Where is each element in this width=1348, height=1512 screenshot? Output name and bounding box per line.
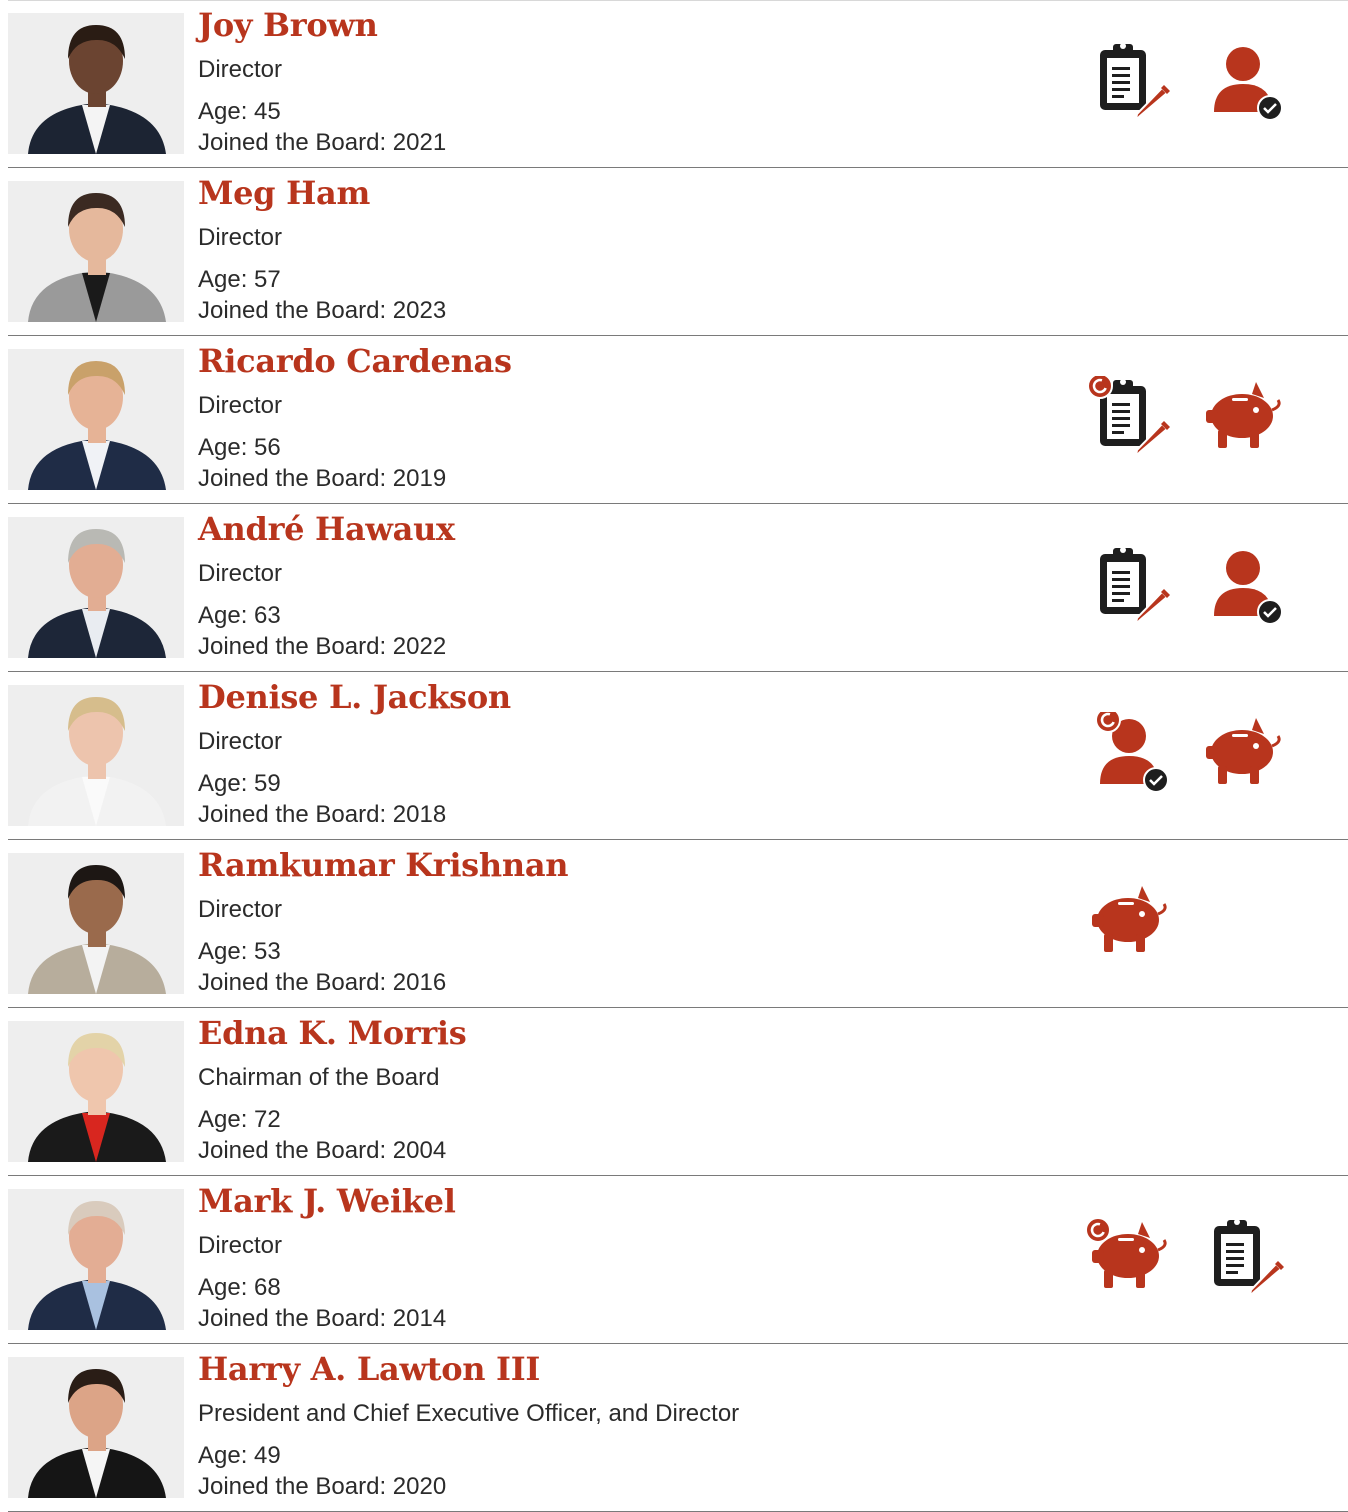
director-title: Director (198, 392, 283, 419)
committee-icon-slot (1198, 1216, 1288, 1299)
clipboard-pencil-icon (1087, 373, 1170, 459)
person-check-icon (1214, 47, 1283, 121)
director-joined: Joined the Board: 2023 (198, 297, 447, 324)
director-row: Meg Ham Director Age: 57 Joined the Boar… (8, 168, 1348, 336)
committee-icon-slot (1084, 40, 1174, 123)
committee-icon-slot (1198, 376, 1288, 458)
director-photo (8, 181, 184, 322)
director-photo (8, 1189, 184, 1330)
director-name[interactable]: Joy Brown (198, 6, 378, 44)
director-joined: Joined the Board: 2022 (198, 633, 447, 660)
director-row: Denise L. Jackson Director Age: 59 Joine… (8, 672, 1348, 840)
director-joined: Joined the Board: 2014 (198, 1305, 447, 1332)
director-photo (8, 517, 184, 658)
piggy-bank-icon (1092, 886, 1167, 952)
clipboard-pencil-icon (1100, 43, 1170, 123)
clipboard-pencil-icon (1214, 1219, 1284, 1299)
director-joined: Joined the Board: 2021 (198, 129, 447, 156)
director-row: Edna K. Morris Chairman of the Board Age… (8, 1008, 1348, 1176)
committee-icon-slot (1084, 707, 1174, 794)
director-title: Director (198, 224, 283, 251)
director-age: Age: 57 (198, 266, 281, 293)
committee-icon-slot (1084, 373, 1174, 459)
director-title: Director (198, 728, 283, 755)
director-joined: Joined the Board: 2004 (198, 1137, 447, 1164)
director-age: Age: 72 (198, 1106, 281, 1133)
board-of-directors-list: Joy Brown Director Age: 45 Joined the Bo… (0, 0, 1348, 1512)
person-check-icon (1214, 551, 1283, 625)
director-row: Ramkumar Krishnan Director Age: 53 Joine… (8, 840, 1348, 1008)
director-title: President and Chief Executive Officer, a… (198, 1400, 740, 1427)
director-title: Director (198, 560, 283, 587)
director-age: Age: 59 (198, 770, 281, 797)
piggy-bank-icon (1206, 382, 1281, 448)
director-joined: Joined the Board: 2020 (198, 1473, 447, 1500)
committee-icon-slot (1198, 40, 1288, 122)
director-row: Ricardo Cardenas Director Age: 56 Joined… (8, 336, 1348, 504)
director-age: Age: 68 (198, 1274, 281, 1301)
committee-icon-slot (1084, 1216, 1174, 1298)
director-photo (8, 13, 184, 154)
committee-icon-slot (1198, 712, 1288, 794)
director-row: Harry A. Lawton III President and Chief … (8, 1344, 1348, 1512)
committee-icon-slot (1084, 880, 1174, 962)
director-age: Age: 53 (198, 938, 281, 965)
director-photo (8, 1021, 184, 1162)
piggy-bank-icon (1085, 1217, 1167, 1288)
director-name[interactable]: Edna K. Morris (198, 1014, 467, 1052)
director-title: Director (198, 56, 283, 83)
director-age: Age: 63 (198, 602, 281, 629)
director-photo (8, 853, 184, 994)
clipboard-pencil-icon (1100, 547, 1170, 627)
director-age: Age: 45 (198, 98, 281, 125)
director-name[interactable]: Denise L. Jackson (198, 678, 511, 716)
director-name[interactable]: Mark J. Weikel (198, 1182, 456, 1220)
person-check-icon (1095, 707, 1169, 793)
director-photo (8, 1357, 184, 1498)
director-joined: Joined the Board: 2018 (198, 801, 447, 828)
director-row: André Hawaux Director Age: 63 Joined the… (8, 504, 1348, 672)
committee-icon-slot (1198, 544, 1288, 626)
director-photo (8, 349, 184, 490)
director-name[interactable]: Harry A. Lawton III (198, 1350, 540, 1388)
director-name[interactable]: André Hawaux (198, 510, 455, 548)
director-name[interactable]: Ricardo Cardenas (198, 342, 512, 380)
piggy-bank-icon (1206, 718, 1281, 784)
director-photo (8, 685, 184, 826)
director-age: Age: 49 (198, 1442, 281, 1469)
director-title: Chairman of the Board (198, 1064, 440, 1091)
director-age: Age: 56 (198, 434, 281, 461)
director-row: Mark J. Weikel Director Age: 68 Joined t… (8, 1176, 1348, 1344)
director-joined: Joined the Board: 2016 (198, 969, 447, 996)
director-name[interactable]: Meg Ham (198, 174, 370, 212)
director-title: Director (198, 1232, 283, 1259)
director-name[interactable]: Ramkumar Krishnan (198, 846, 569, 884)
director-row: Joy Brown Director Age: 45 Joined the Bo… (8, 0, 1348, 168)
director-joined: Joined the Board: 2019 (198, 465, 447, 492)
committee-icon-slot (1084, 544, 1174, 627)
director-title: Director (198, 896, 283, 923)
